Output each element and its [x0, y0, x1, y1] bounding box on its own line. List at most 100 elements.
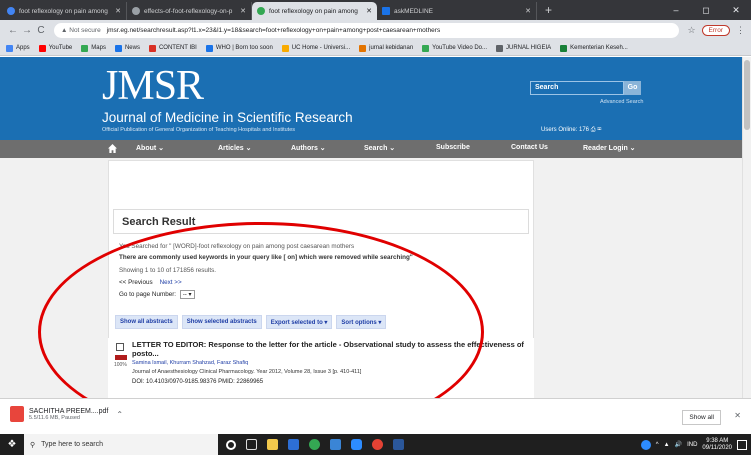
bookmark-item[interactable]: YouTube [38, 44, 72, 52]
nav-about[interactable]: About ⌄ [136, 144, 164, 152]
chevron-up-icon[interactable]: ^ [656, 442, 659, 448]
language-indicator[interactable]: IND [687, 442, 697, 448]
windows-start-icon[interactable]: ❖ [0, 439, 24, 450]
bookmark-item[interactable]: Apps [6, 44, 30, 52]
results-toolbar: Show all abstracts Show selected abstrac… [115, 315, 387, 329]
article-authors: Samina Ismail, Khurram Shahzad, Faraz Sh… [132, 360, 249, 366]
nav-articles[interactable]: Articles ⌄ [218, 144, 252, 152]
nav-reader-login[interactable]: Reader Login ⌄ [583, 144, 636, 152]
bookmark-item[interactable]: jurnal kebidanan [359, 44, 413, 52]
article-checkbox[interactable] [116, 343, 124, 351]
site-search-input[interactable]: Search [530, 81, 624, 95]
new-tab-button[interactable]: + [537, 2, 560, 20]
task-view-icon[interactable] [246, 439, 257, 450]
menu-icon[interactable]: ⋮ [736, 25, 745, 36]
tab-favicon-icon [7, 7, 15, 15]
download-item[interactable]: SACHITHA PREEM....pdf 5.5/11.6 MB, Pause… [10, 406, 123, 422]
article-title[interactable]: LETTER TO EDITOR: Response to the letter… [132, 340, 532, 358]
volume-icon[interactable]: 🔊 [675, 441, 682, 448]
reload-icon[interactable]: C [34, 25, 48, 36]
browser-tab[interactable]: askMEDLINE ✕ [377, 2, 537, 20]
date-text: 09/11/2020 [702, 444, 732, 451]
forward-icon[interactable]: → [20, 25, 34, 36]
back-icon[interactable]: ← [6, 25, 20, 36]
cortana-icon[interactable] [226, 439, 236, 450]
chrome-profile-icon[interactable] [372, 439, 383, 450]
tab-favicon-icon [382, 7, 390, 15]
show-all-abstracts-button[interactable]: Show all abstracts [115, 315, 178, 329]
nav-subscribe[interactable]: Subscribe [436, 144, 470, 151]
bookmark-label: News [124, 45, 140, 51]
bookmark-item[interactable]: YouTube Video Do... [422, 44, 487, 52]
zoom-icon[interactable] [351, 439, 362, 450]
chevron-up-icon[interactable]: ⌃ [116, 410, 123, 419]
pager: << Previous Next >> [119, 279, 182, 286]
chrome-icon[interactable] [309, 439, 320, 450]
advanced-search-link[interactable]: Advanced Search [600, 99, 643, 105]
tab-favicon-icon [257, 7, 265, 15]
taskbar-search-placeholder: Type here to search [41, 441, 104, 448]
word-icon[interactable] [393, 439, 404, 450]
bookmark-icon [148, 44, 156, 52]
bookmark-icon [114, 44, 122, 52]
show-selected-abstracts-button[interactable]: Show selected abstracts [181, 315, 262, 329]
clock[interactable]: 9:38 AM 09/11/2020 [702, 438, 732, 452]
bookmark-label: Apps [16, 45, 30, 51]
bookmark-item[interactable]: WHO | Born too soon [205, 44, 273, 52]
tab-close-icon[interactable]: ✕ [525, 7, 531, 15]
nav-search[interactable]: Search ⌄ [364, 144, 395, 152]
maximize-icon[interactable]: ◻ [691, 0, 721, 20]
previous-link[interactable]: << Previous [119, 279, 153, 286]
store-icon[interactable] [330, 439, 341, 450]
users-online-text: Users Online: 176 [541, 127, 590, 133]
article-journal: Journal of Anaesthesiology Clinical Phar… [132, 369, 362, 375]
searched-for-text: You Searched for " [WORD]-foot reflexolo… [119, 243, 355, 250]
goto-page-select[interactable]: -- ▾ [179, 290, 195, 299]
tab-close-icon[interactable]: ✕ [115, 7, 121, 15]
bookmark-item[interactable]: News [114, 44, 140, 52]
export-selected-button[interactable]: Export selected to ▾ [265, 315, 333, 329]
browser-tab-active[interactable]: foot reflexology on pain among ✕ [252, 2, 377, 20]
close-window-icon[interactable]: ✕ [721, 0, 751, 20]
next-link[interactable]: Next >> [160, 279, 182, 286]
close-download-bar-icon[interactable]: ✕ [734, 411, 741, 420]
bookmark-icon [81, 44, 89, 52]
bookmark-icon [6, 44, 13, 52]
minimize-icon[interactable]: – [661, 0, 691, 20]
site-logo[interactable]: JMSR [102, 65, 204, 107]
tab-close-icon[interactable]: ✕ [366, 7, 372, 15]
bookmark-item[interactable]: Maps [81, 44, 106, 52]
tab-label: foot reflexology on pain among [269, 7, 358, 15]
bookmark-star-icon[interactable]: ☆ [687, 25, 695, 36]
tab-label: effects-of-foot-reflexology-on-p [144, 7, 233, 15]
bookmark-item[interactable]: CONTENT IBI [148, 44, 197, 52]
users-online: Users Online: 176 ⎙ ✉ [541, 127, 601, 134]
notifications-icon[interactable] [737, 439, 747, 450]
file-explorer-icon[interactable] [267, 439, 278, 450]
sort-options-button[interactable]: Sort options ▾ [336, 315, 387, 329]
notification-app-icon[interactable] [640, 439, 651, 450]
browser-tab[interactable]: effects-of-foot-reflexology-on-p ✕ [127, 2, 252, 20]
bookmark-item[interactable]: UC Home - Universi... [281, 44, 350, 52]
not-secure-indicator[interactable]: ▲ Not secure [61, 27, 101, 34]
show-all-downloads-button[interactable]: Show all [682, 410, 721, 425]
home-icon[interactable] [108, 144, 117, 153]
bookmark-item[interactable]: JURNAL HIGEIA [496, 44, 551, 52]
nav-contact[interactable]: Contact Us [511, 144, 548, 151]
search-go-button[interactable]: Go [624, 81, 641, 95]
address-bar[interactable]: ▲ Not secure jmsr.eg.net/searchresult.as… [54, 23, 680, 38]
profile-error-button[interactable]: Error [701, 25, 730, 36]
scrollbar-thumb[interactable] [744, 60, 750, 130]
tiles-icon[interactable] [288, 439, 299, 450]
email-icon[interactable]: ✉ [597, 127, 601, 133]
page-scrollbar[interactable] [742, 57, 751, 398]
not-secure-label: Not secure [69, 27, 101, 34]
bookmark-item[interactable]: Kementerian Keseh... [560, 44, 628, 52]
print-icon[interactable]: ⎙ [591, 127, 596, 133]
nav-authors[interactable]: Authors ⌄ [291, 144, 326, 152]
taskbar-search[interactable]: ⚲ Type here to search [24, 434, 218, 455]
relevance-bar [115, 355, 127, 360]
tab-close-icon[interactable]: ✕ [240, 7, 246, 15]
network-icon[interactable]: ▲ [664, 442, 670, 448]
browser-tab[interactable]: foot reflexology on pain among ✕ [2, 2, 127, 20]
